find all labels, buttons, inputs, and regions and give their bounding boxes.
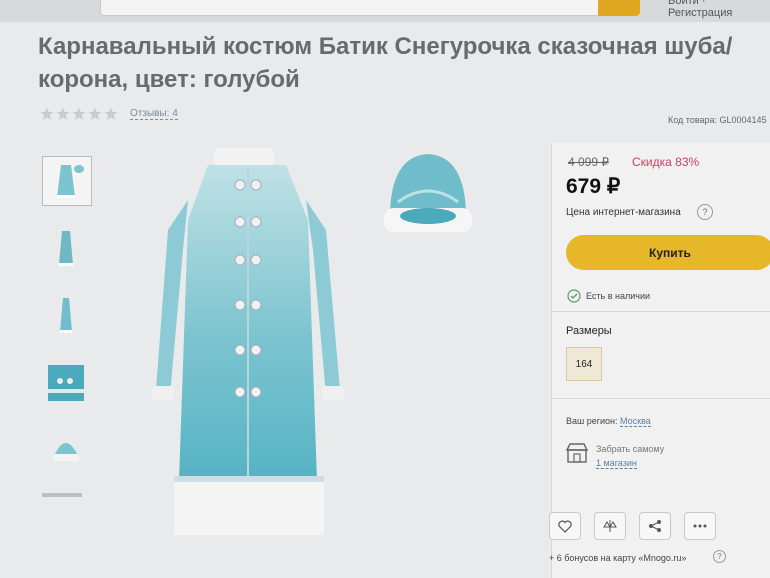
heart-icon: [558, 520, 572, 533]
pickup-info: Забрать самому 1 магазин: [566, 442, 664, 470]
pickup-label: Забрать самому: [596, 444, 665, 454]
pickup-store-link[interactable]: 1 магазин: [596, 458, 637, 469]
help-icon[interactable]: ?: [697, 204, 713, 220]
region-selector: Ваш регион: Москва: [566, 416, 651, 427]
more-icon: [693, 524, 707, 528]
star-icon: [72, 107, 86, 120]
star-icon: [40, 107, 54, 120]
star-icon: [104, 107, 118, 120]
compare-button[interactable]: [594, 512, 626, 540]
star-icon: [88, 107, 102, 120]
search-button[interactable]: [598, 0, 640, 16]
compare-icon: [603, 520, 617, 532]
favorite-button[interactable]: [549, 512, 581, 540]
stock-status: Есть в наличии: [567, 289, 650, 303]
discount-badge: Скидка 83%: [632, 155, 700, 169]
login-link[interactable]: Войти · Регистрация: [668, 0, 770, 19]
hat-image: [384, 154, 472, 232]
store-icon: [566, 443, 588, 463]
divider: [552, 398, 770, 399]
share-icon: [649, 520, 661, 532]
product-code: Код товара: GL0004145: [668, 115, 767, 125]
thumbnail-more: [42, 493, 82, 497]
thumbnail-hat[interactable]: [42, 426, 90, 474]
thumbnail-fabric-detail[interactable]: [42, 359, 90, 407]
rating: Отзывы: 4: [40, 107, 178, 121]
reviews-link[interactable]: Отзывы: 4: [130, 108, 178, 120]
thumbnail-coat-side[interactable]: [42, 225, 90, 273]
buy-button[interactable]: Купить: [566, 235, 770, 270]
star-icon: [56, 107, 70, 120]
size-option-164[interactable]: 164: [566, 347, 602, 381]
thumbnail-coat-front[interactable]: [42, 156, 92, 206]
divider: [552, 311, 770, 312]
action-buttons: [549, 512, 729, 540]
bonus-text: + 6 бонусов на карту «Mnogo.ru»: [549, 553, 687, 563]
main-product-image: [152, 148, 344, 535]
check-circle-icon: [567, 289, 581, 303]
product-title: Карнавальный костюм Батик Снегурочка ска…: [38, 33, 733, 93]
price-label: Цена интернет-магазина: [566, 207, 681, 218]
old-price: 4 099 ₽: [568, 155, 609, 169]
top-bar: Войти · Регистрация: [0, 0, 770, 22]
region-city-link[interactable]: Москва: [620, 416, 651, 427]
bonus-help-icon[interactable]: ?: [713, 550, 726, 563]
sizes-label: Размеры: [566, 325, 612, 337]
region-label: Ваш регион:: [566, 416, 618, 426]
thumbnail-coat-back[interactable]: [42, 292, 90, 340]
share-button[interactable]: [639, 512, 671, 540]
search-input[interactable]: [100, 0, 602, 16]
thumbnail-strip: [42, 156, 94, 497]
stock-text: Есть в наличии: [586, 291, 650, 301]
current-price: 679 ₽: [566, 175, 621, 198]
more-button[interactable]: [684, 512, 716, 540]
